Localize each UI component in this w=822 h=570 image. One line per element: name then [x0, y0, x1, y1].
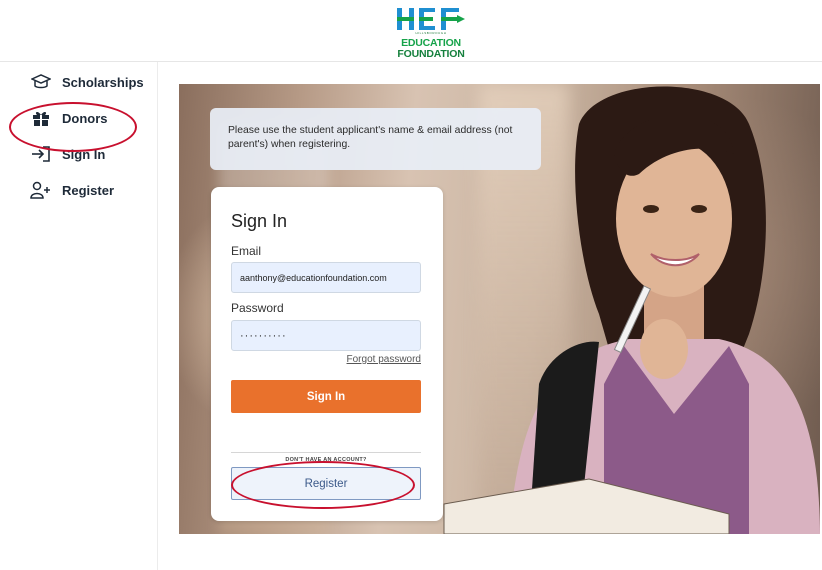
sidebar-item-scholarships[interactable]: Scholarships: [30, 70, 144, 94]
no-account-label-wrap: DON'T HAVE AN ACCOUNT?: [231, 448, 421, 466]
header: HILLSBOROUGH EDUCATION FOUNDATION: [0, 0, 822, 62]
sidebar-item-label: Sign In: [62, 146, 106, 162]
sidebar-item-register[interactable]: Register: [30, 178, 114, 202]
password-label: Password: [231, 301, 284, 315]
sidebar-item-sign-in[interactable]: Sign In: [30, 142, 105, 166]
sidebar-item-donors[interactable]: Donors: [30, 106, 108, 130]
register-button[interactable]: Register: [231, 467, 421, 500]
no-account-label: DON'T HAVE AN ACCOUNT?: [279, 457, 373, 463]
logo-tagline: HILLSBOROUGH: [415, 31, 447, 35]
user-plus-icon: [30, 179, 52, 201]
logo-line-foundation: FOUNDATION: [397, 48, 465, 60]
sidebar-item-label: Scholarships: [62, 74, 144, 90]
registration-info-banner: Please use the student applicant's name …: [210, 108, 541, 170]
signin-card: Sign In Email Password Forgot password S…: [211, 187, 443, 521]
sign-in-button[interactable]: Sign In: [231, 380, 421, 413]
sidebar-item-label: Donors: [62, 110, 108, 126]
sidebar-item-label: Register: [62, 182, 115, 198]
graduation-cap-icon: [30, 71, 52, 93]
sidebar: Scholarships Donors Sign In Register: [0, 62, 158, 570]
hef-logo[interactable]: HILLSBOROUGH EDUCATION FOUNDATION: [395, 8, 467, 60]
password-field[interactable]: [231, 320, 421, 351]
hef-logo-mark: [397, 8, 465, 30]
gift-icon: [30, 107, 52, 129]
email-field[interactable]: [231, 262, 421, 293]
forgot-password-link[interactable]: Forgot password: [347, 354, 421, 365]
sign-in-icon: [30, 143, 52, 165]
email-label: Email: [231, 244, 262, 258]
signin-title: Sign In: [231, 211, 288, 231]
